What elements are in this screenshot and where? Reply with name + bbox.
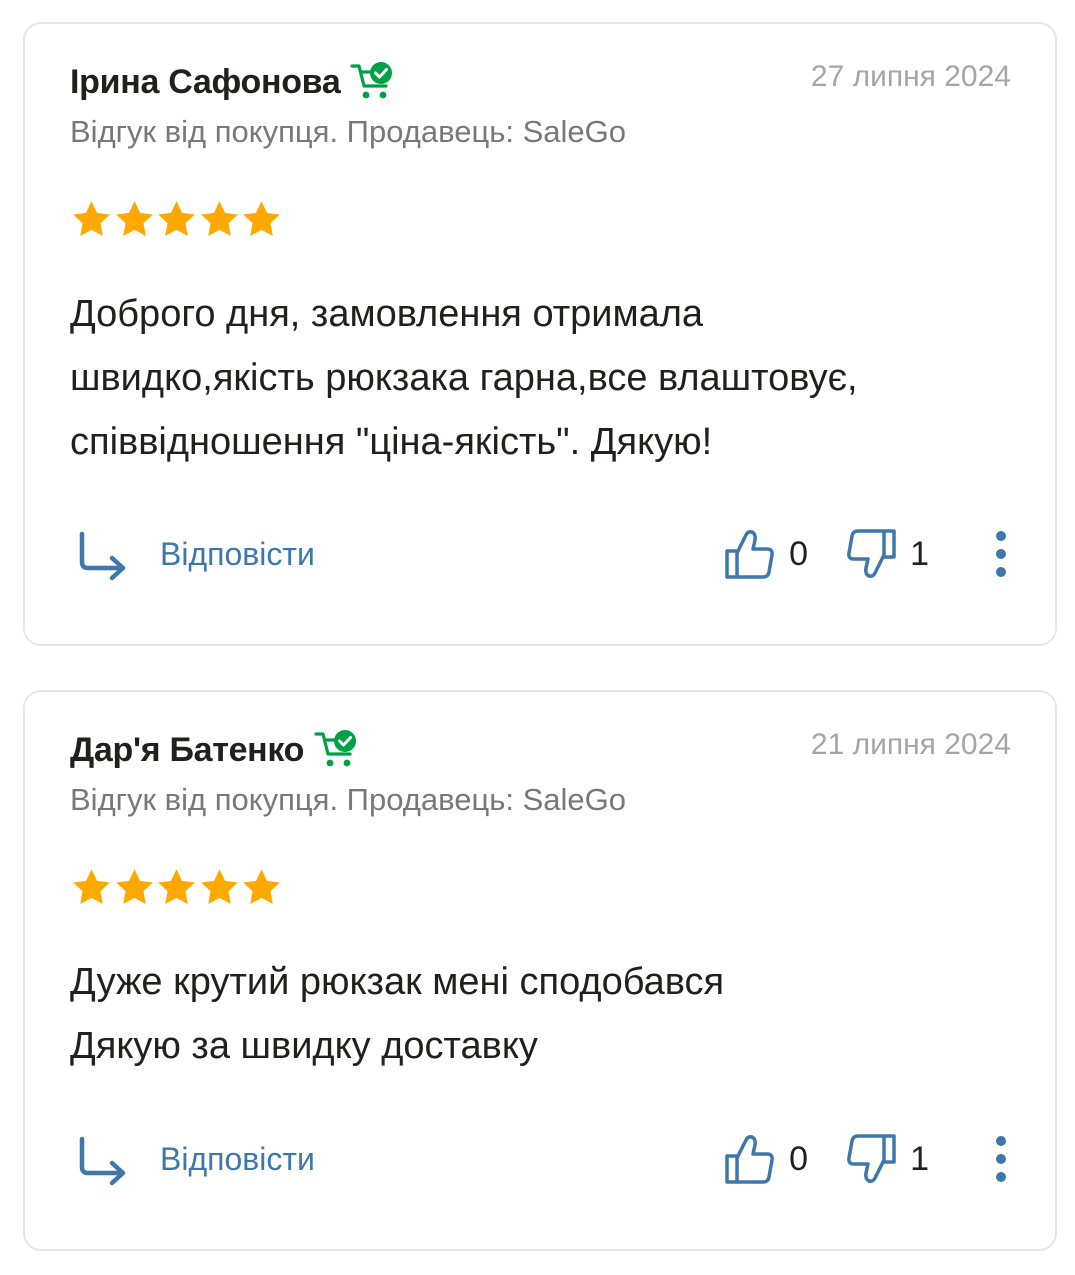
- more-options-icon[interactable]: [991, 528, 1011, 580]
- star-icon: [200, 869, 238, 904]
- star-icon: [243, 869, 280, 904]
- reply-button[interactable]: Відповісти: [70, 526, 315, 582]
- star-icon: [115, 201, 153, 236]
- reply-arrow-icon: [79, 531, 126, 581]
- reply-arrow-icon: [79, 1136, 126, 1186]
- review-date: 21 липня 2024: [810, 728, 1011, 761]
- star-icon: [243, 201, 280, 236]
- star-rating: [70, 866, 283, 909]
- review-date: 27 липня 2024: [810, 60, 1011, 93]
- verified-buyer-cart-icon: [350, 59, 396, 105]
- star-icon: [73, 201, 110, 236]
- review-card: Дар'я Батенко 21 липня 2024 Відгук від п…: [23, 690, 1057, 1251]
- like-count: 0: [789, 1139, 809, 1178]
- like-button[interactable]: 0: [723, 1132, 808, 1186]
- review-author-name: Ірина Сафонова: [70, 62, 341, 101]
- thumbs-down-icon: [847, 529, 896, 578]
- reply-button[interactable]: Відповісти: [70, 1131, 315, 1187]
- reply-label: Відповісти: [160, 1140, 315, 1177]
- like-count: 0: [789, 534, 809, 573]
- star-rating: [70, 198, 283, 241]
- star-icon: [200, 201, 238, 236]
- vote-controls: 0 1: [723, 527, 1011, 581]
- star-icon: [158, 201, 195, 236]
- review-actions: Відповісти 0 1: [70, 1129, 1011, 1189]
- star-icon: [158, 869, 195, 904]
- dislike-button[interactable]: 1: [844, 527, 929, 581]
- review-text: Дуже крутий рюкзак мені сподобався Дякую…: [70, 961, 725, 1067]
- reply-label: Відповісти: [160, 535, 315, 572]
- review-actions: Відповісти 0 1: [70, 524, 1011, 584]
- star-icon: [73, 869, 110, 904]
- verified-buyer-cart-icon: [314, 727, 360, 773]
- review-author-name: Дар'я Батенко: [70, 730, 305, 769]
- more-options-icon[interactable]: [991, 1133, 1011, 1185]
- review-source: Відгук від покупця. Продавець: SaleGo: [70, 114, 626, 149]
- star-icon: [115, 869, 153, 904]
- dislike-count: 1: [910, 1139, 929, 1178]
- dislike-button[interactable]: 1: [844, 1132, 929, 1186]
- review-card: Ірина Сафонова 27 липня 2024 Відгук від …: [23, 22, 1057, 646]
- review-header: Ірина Сафонова: [70, 58, 396, 106]
- review-text: Доброго дня, замовлення отримала швидко,…: [70, 293, 858, 463]
- review-header: Дар'я Батенко: [70, 726, 360, 774]
- dislike-count: 1: [910, 534, 929, 573]
- thumbs-down-icon: [847, 1134, 896, 1183]
- thumbs-up-icon: [725, 1135, 775, 1184]
- review-source: Відгук від покупця. Продавець: SaleGo: [70, 782, 626, 817]
- like-button[interactable]: 0: [723, 527, 808, 581]
- vote-controls: 0 1: [723, 1132, 1011, 1186]
- thumbs-up-icon: [725, 530, 775, 579]
